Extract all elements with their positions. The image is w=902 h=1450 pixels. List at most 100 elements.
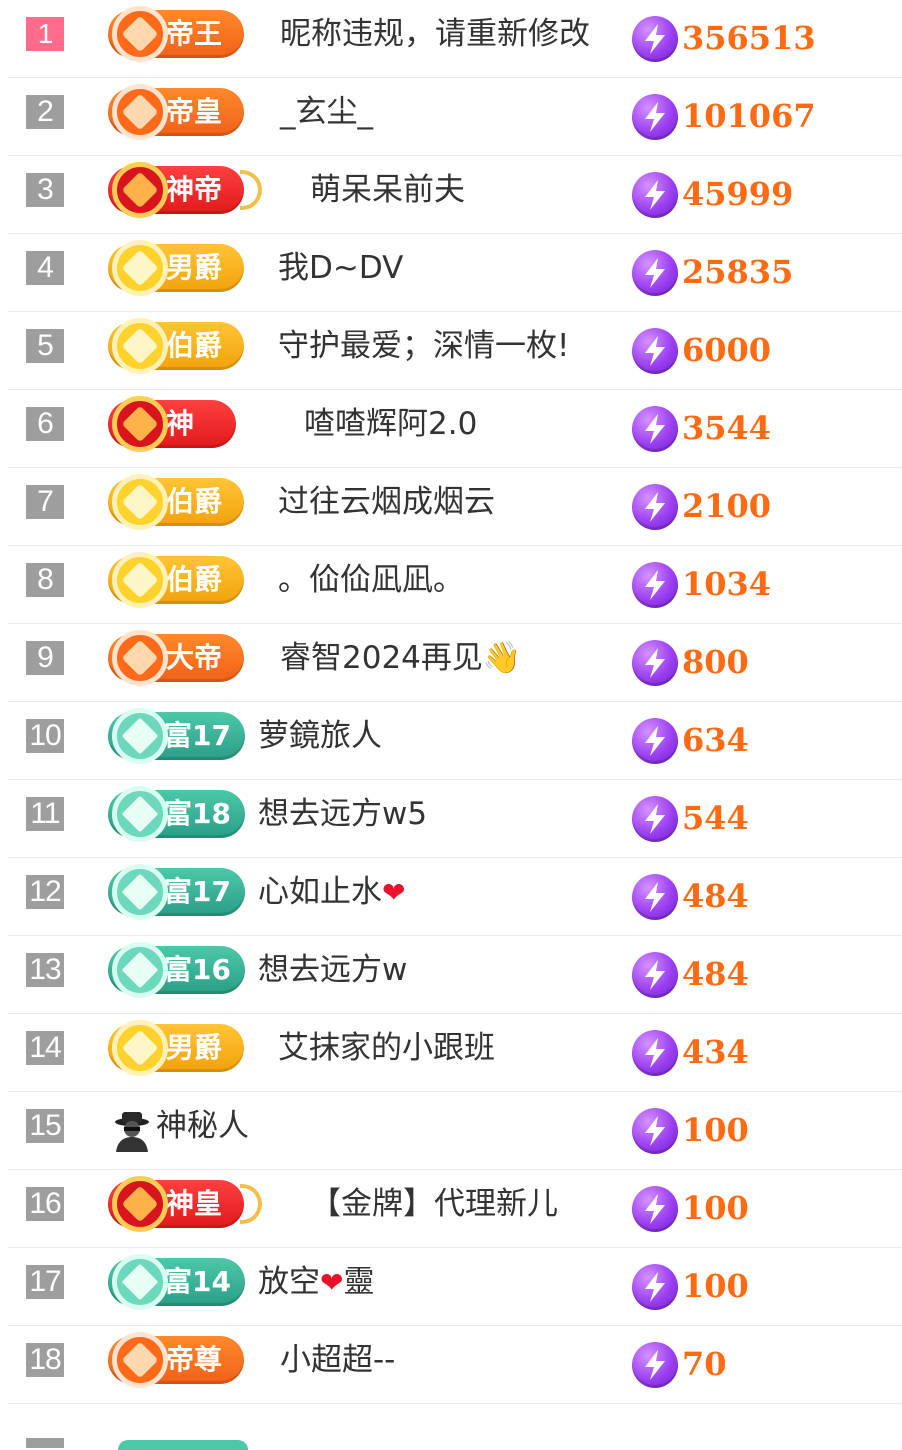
contribution-score: 70	[682, 1345, 727, 1383]
rank-number: 7	[26, 485, 64, 519]
leaderboard-row[interactable]: 14 男爵 艾抹家的小跟班 434	[8, 1014, 902, 1092]
mystery-person-icon	[112, 1110, 152, 1152]
leaderboard-row[interactable]: 1 帝王 昵称违规，请重新修改 356513	[8, 0, 902, 78]
leaderboard-row[interactable]: 15 神秘人 100	[8, 1092, 902, 1170]
user-nickname[interactable]: 心如止水❤	[258, 872, 405, 913]
nickname-text: 放空	[258, 1264, 320, 1300]
contribution-score: 1034	[682, 565, 772, 603]
contribution-score: 3544	[682, 409, 772, 447]
contribution-score: 800	[682, 643, 749, 681]
leaderboard-row[interactable]: 2 帝皇 _玄尘_ 101067	[8, 78, 902, 156]
heart-icon: ❤	[382, 876, 406, 909]
triangle-emblem-icon	[112, 708, 168, 764]
diamond-emblem-icon	[112, 318, 168, 374]
user-nickname[interactable]: 【金牌】代理新儿	[310, 1184, 558, 1224]
user-nickname[interactable]: 守护最爱；深情一枚!	[278, 326, 569, 366]
wing-decoration-icon	[240, 170, 263, 210]
badge-label: 帝王	[166, 17, 223, 50]
level-badge: 帝王	[108, 6, 245, 62]
badge-label: 帝尊	[166, 1343, 223, 1376]
level-badge: 伯爵	[108, 318, 245, 374]
leaderboard-row[interactable]: 12 富17 心如止水❤ 484	[8, 858, 902, 936]
leaderboard-row[interactable]: 11 富18 想去远方w5 544	[8, 780, 902, 858]
leaderboard-row[interactable]: 3 神帝 萌呆呆前夫 45999	[8, 156, 902, 234]
chevron-emblem-icon	[112, 630, 168, 686]
diamond-emblem-icon	[112, 552, 168, 608]
contribution-score: 484	[682, 955, 749, 993]
user-nickname[interactable]: 喳喳辉阿2.0	[304, 404, 477, 444]
user-nickname[interactable]: 神秘人	[156, 1106, 249, 1146]
contribution-score: 100	[682, 1189, 749, 1227]
lightning-coin-icon	[632, 1030, 678, 1076]
contribution-score: 2100	[682, 487, 772, 525]
leaderboard-row[interactable]: 16 神皇 【金牌】代理新儿 100	[8, 1170, 902, 1248]
lightning-coin-icon	[632, 562, 678, 608]
rank-number: 4	[26, 251, 64, 285]
user-nickname[interactable]: 昵称违规，请重新修改	[280, 14, 590, 54]
user-nickname[interactable]: 睿智2024再见👋	[280, 638, 522, 678]
level-badge: 伯爵	[108, 474, 245, 530]
rank-number: 6	[26, 407, 64, 441]
rank-number: 3	[26, 173, 64, 207]
diamond-emblem-icon	[112, 240, 168, 296]
lightning-coin-icon	[632, 250, 678, 296]
badge-label: 富18	[164, 797, 231, 830]
rank-number: 5	[26, 329, 64, 363]
badge-label: 大帝	[166, 641, 223, 674]
lightning-coin-icon	[632, 640, 678, 686]
badge-label: 神	[166, 407, 195, 440]
contribution-score: 434	[682, 1033, 749, 1071]
leaderboard-row[interactable]: 6 神 喳喳辉阿2.0 3544	[8, 390, 902, 468]
leaderboard-row[interactable]: 4 男爵 我D~DV 25835	[8, 234, 902, 312]
leaderboard-row[interactable]: 8 伯爵 。佡佡凪凪。 1034	[8, 546, 902, 624]
user-nickname[interactable]: 萌呆呆前夫	[310, 170, 465, 210]
lightning-coin-icon	[632, 1186, 678, 1232]
rank-number: 13	[26, 953, 64, 987]
leaderboard-row[interactable]: 5 伯爵 守护最爱；深情一枚! 6000	[8, 312, 902, 390]
rank-number: 12	[26, 875, 64, 909]
rank-number: 17	[26, 1265, 64, 1299]
user-nickname[interactable]: 萝鏡旅人	[258, 716, 382, 756]
level-badge: 神	[108, 396, 237, 452]
crown-emblem-icon	[112, 6, 168, 62]
contribution-score: 25835	[682, 253, 794, 291]
user-nickname[interactable]: 我D~DV	[278, 248, 403, 288]
level-badge: 男爵	[108, 1020, 245, 1076]
lightning-coin-icon	[632, 796, 678, 842]
user-nickname[interactable]: 过往云烟成烟云	[278, 482, 495, 522]
leaderboard-list: 1 帝王 昵称违规，请重新修改 356513 2 帝皇 _玄尘_ 101067 …	[0, 0, 902, 1450]
user-nickname[interactable]: 。佡佡凪凪。	[278, 560, 464, 600]
level-badge: 帝皇	[108, 84, 245, 140]
contribution-score: 101067	[682, 97, 816, 135]
badge-label: 帝皇	[166, 95, 223, 128]
user-nickname[interactable]: _玄尘_	[280, 92, 373, 132]
gem-emblem-icon	[112, 84, 168, 140]
contribution-score: 45999	[682, 175, 794, 213]
triangle-emblem-icon	[112, 942, 168, 998]
leaderboard-row[interactable]: 10 富17 萝鏡旅人 634	[8, 702, 902, 780]
user-nickname[interactable]: 想去远方w5	[258, 794, 427, 834]
rank-number: 18	[26, 1343, 64, 1377]
contribution-score: 100	[682, 1111, 749, 1149]
user-nickname[interactable]: 艾抹家的小跟班	[278, 1028, 495, 1068]
rank-number: 16	[26, 1187, 64, 1221]
leaderboard-row[interactable]: 18 帝尊 小超超-- 70	[8, 1326, 902, 1404]
wing-decoration-icon	[240, 1184, 263, 1224]
leaderboard-row[interactable]: 17 富14 放空❤靈 100	[8, 1248, 902, 1326]
flower-emblem-icon	[112, 162, 168, 218]
contribution-score: 484	[682, 877, 749, 915]
leaderboard-row[interactable]: 7 伯爵 过往云烟成烟云 2100	[8, 468, 902, 546]
diamond-emblem-icon	[112, 1020, 168, 1076]
badge-label: 伯爵	[166, 329, 223, 362]
badge-label: 男爵	[166, 251, 223, 284]
user-nickname[interactable]: 小超超--	[280, 1340, 395, 1380]
leaderboard-row[interactable]: 9 大帝 睿智2024再见👋 800	[8, 624, 902, 702]
triangle-emblem-icon	[112, 1254, 168, 1310]
rank-number: 11	[26, 797, 64, 831]
user-nickname[interactable]: 想去远方w	[258, 950, 407, 990]
lightning-coin-icon	[632, 874, 678, 920]
lightning-coin-icon	[632, 1264, 678, 1310]
level-badge: 大帝	[108, 630, 245, 686]
user-nickname[interactable]: 放空❤靈	[258, 1262, 374, 1303]
leaderboard-row[interactable]: 13 富16 想去远方w 484	[8, 936, 902, 1014]
